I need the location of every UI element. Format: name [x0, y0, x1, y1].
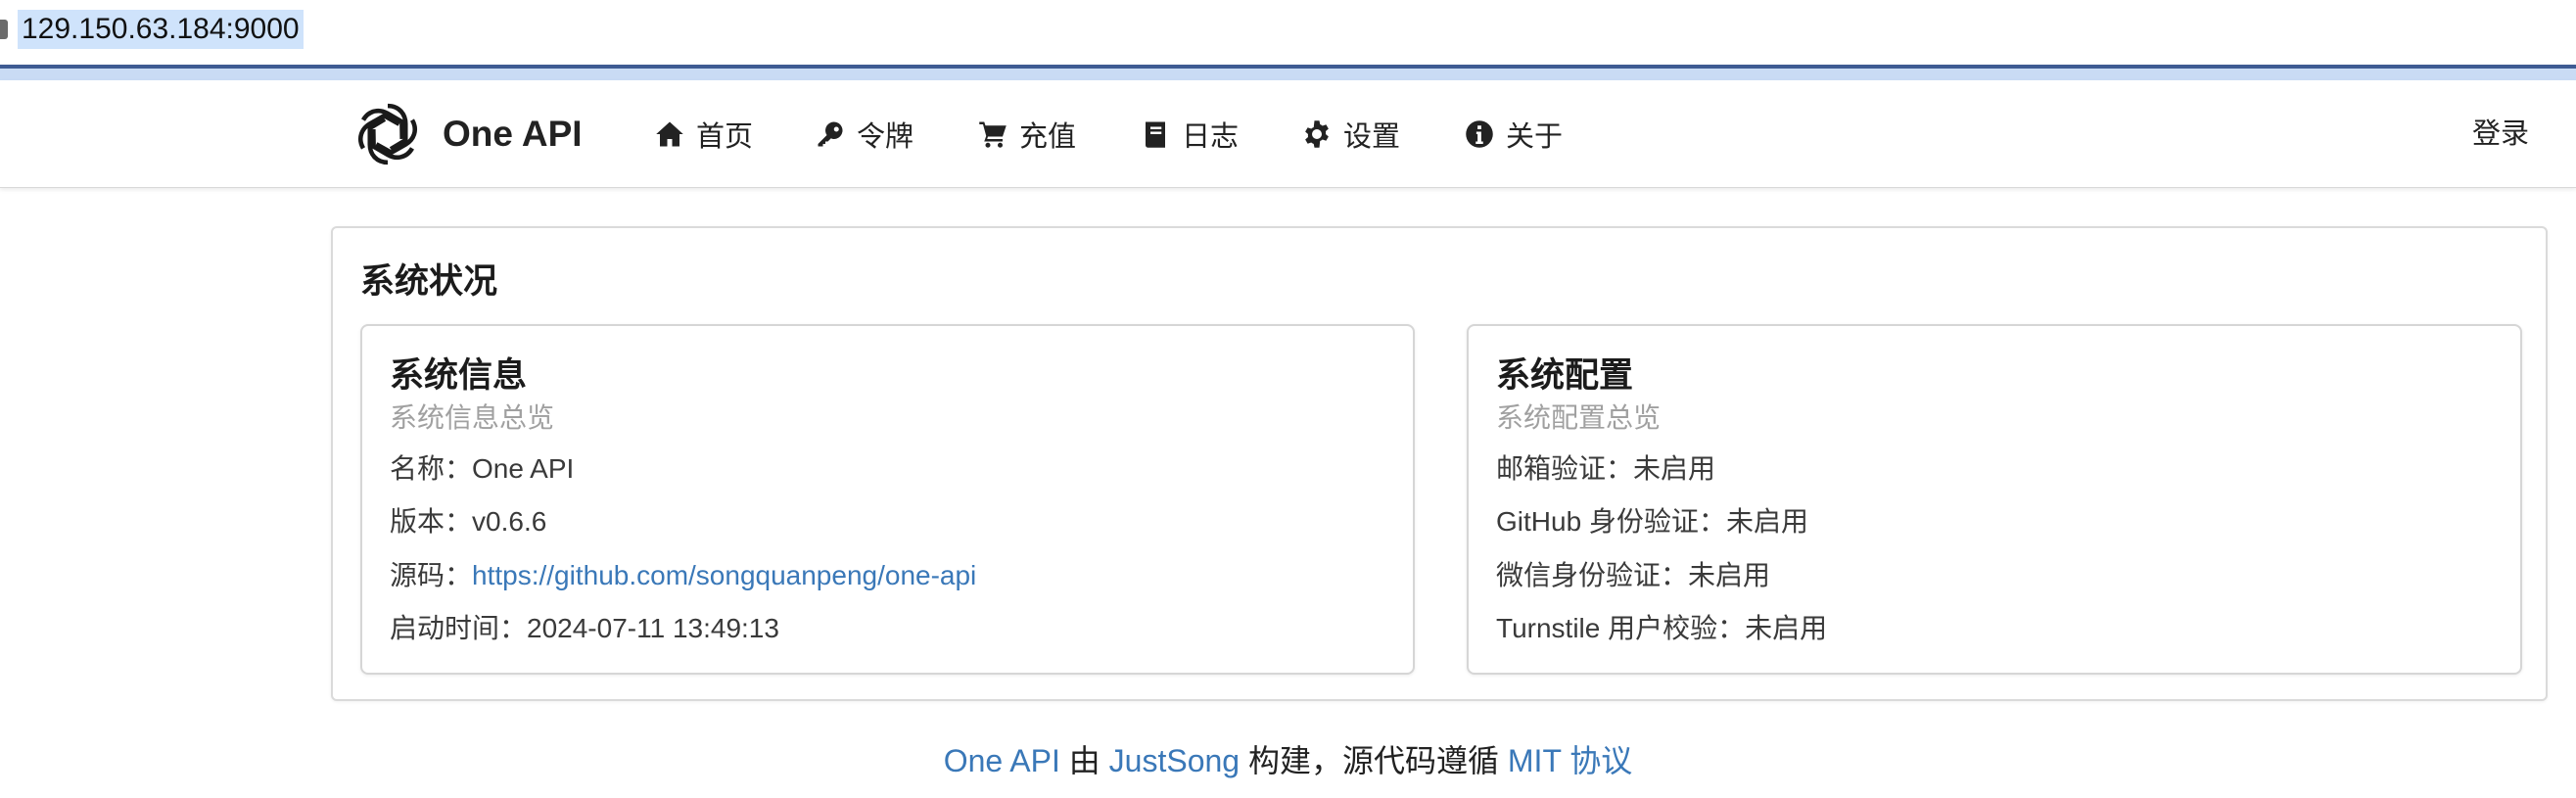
row-value: 2024-07-11 13:49:13 [527, 613, 779, 643]
cart-icon [979, 121, 1007, 148]
info-row-name: 名称：One API [390, 447, 574, 487]
nav-item-label: 首页 [696, 121, 754, 153]
nav-item-topup[interactable]: 充值 [978, 110, 1076, 159]
row-value: v0.6.6 [472, 506, 547, 537]
row-label: 启动时间： [390, 613, 528, 643]
row-label: GitHub 身份验证： [1496, 506, 1726, 537]
footer-license-link[interactable]: MIT 协议 [1508, 743, 1632, 778]
page-title: 系统状况 [360, 262, 498, 301]
footer-project-link[interactable]: One API [944, 743, 1060, 778]
footer-text: 构建，源代码遵循 [1240, 743, 1508, 778]
nav-item-settings[interactable]: 设置 [1302, 110, 1400, 159]
row-label: 邮箱验证： [1496, 453, 1634, 484]
url-field[interactable]: 129.150.63.184:9000 [18, 10, 304, 49]
site-info-icon[interactable] [0, 20, 8, 39]
row-label: 源码： [390, 560, 473, 590]
nav-item-label: 关于 [1506, 121, 1564, 153]
key-icon [818, 121, 843, 147]
card-subtitle: 系统配置总览 [1496, 402, 1662, 433]
info-row-version: 版本：v0.6.6 [390, 500, 546, 540]
config-row-turnstile: Turnstile 用户校验：未启用 [1496, 607, 1827, 646]
nav-item-label: 令牌 [857, 121, 914, 153]
config-row-email: 邮箱验证：未启用 [1496, 447, 1715, 487]
info-row-start-time: 启动时间：2024-07-11 13:49:13 [390, 607, 779, 646]
row-label: 微信身份验证： [1496, 560, 1689, 590]
top-navbar: One API 首页 令牌 充值 日志 设置 关于 登录 [0, 80, 2576, 188]
row-value: 未启用 [1688, 560, 1771, 590]
card-subtitle: 系统信息总览 [390, 402, 555, 433]
row-label: 名称： [390, 453, 473, 484]
home-icon [656, 121, 683, 147]
system-config-card: 系统配置 系统配置总览 邮箱验证：未启用 GitHub 身份验证：未启用 微信身… [1467, 324, 2522, 675]
gear-icon [1305, 120, 1329, 148]
footer: One API 由 JustSong 构建，源代码遵循 MIT 协议 [0, 736, 2576, 781]
row-label: 版本： [390, 506, 473, 537]
config-row-github: GitHub 身份验证：未启用 [1496, 500, 1808, 540]
brand[interactable]: One API [351, 97, 583, 171]
row-value: 未启用 [1633, 453, 1716, 484]
nav-item-label: 日志 [1182, 121, 1240, 153]
row-label: Turnstile 用户校验： [1496, 613, 1746, 643]
card-title: 系统配置 [1496, 356, 1634, 395]
info-row-source: 源码：https://github.com/songquanpeng/one-a… [390, 554, 976, 593]
openai-logo-icon [351, 97, 425, 171]
footer-author-link[interactable]: JustSong [1109, 743, 1240, 778]
source-link[interactable]: https://github.com/songquanpeng/one-api [472, 560, 976, 590]
nav-item-label: 充值 [1019, 121, 1077, 153]
nav-item-tokens[interactable]: 令牌 [816, 110, 913, 159]
card-title: 系统信息 [390, 356, 528, 395]
info-icon [1466, 120, 1493, 148]
row-value: One API [472, 453, 575, 484]
system-info-card: 系统信息 系统信息总览 名称：One API 版本：v0.6.6 源码：http… [360, 324, 1415, 675]
config-row-wechat: 微信身份验证：未启用 [1496, 554, 1770, 593]
nav-item-about[interactable]: 关于 [1465, 110, 1563, 159]
footer-text: 由 [1059, 743, 1109, 778]
system-status-card: 系统状况 系统信息 系统信息总览 名称：One API 版本：v0.6.6 源码… [331, 226, 2548, 701]
brand-name: One API [443, 114, 583, 154]
row-value: 未启用 [1725, 506, 1808, 537]
nav-item-logs[interactable]: 日志 [1141, 110, 1239, 159]
browser-address-bar: 129.150.63.184:9000 [0, 0, 2576, 65]
book-icon [1146, 121, 1165, 148]
nav-item-home[interactable]: 首页 [655, 110, 753, 159]
login-button[interactable]: 登录 [2472, 110, 2529, 159]
divider-band [0, 69, 2576, 80]
row-value: 未启用 [1745, 613, 1828, 643]
nav-item-label: 设置 [1343, 121, 1401, 153]
